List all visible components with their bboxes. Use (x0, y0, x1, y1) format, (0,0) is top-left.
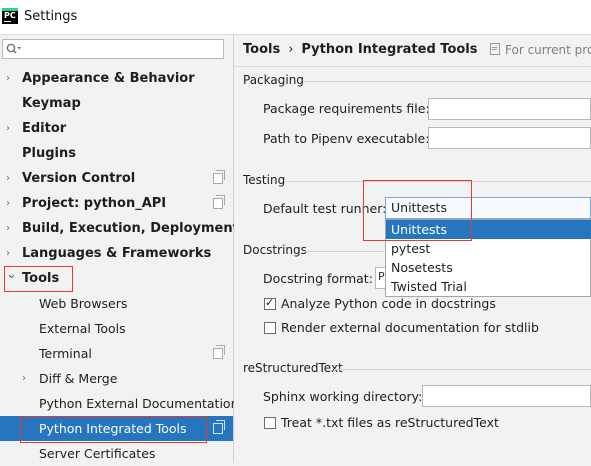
breadcrumb-current: Python Integrated Tools (301, 42, 478, 57)
title-bar: PC Settings (0, 0, 591, 35)
settings-panel: Tools › Python Integrated Tools For curren… (234, 35, 591, 463)
sidebar-item-label: Diff & Merge (39, 371, 118, 386)
sidebar-item-label: External Tools (39, 321, 126, 336)
sphinx-dir-label: Sphinx working directory: (263, 389, 423, 404)
pycharm-logo-icon: PC (2, 8, 18, 24)
breadcrumb: Tools › Python Integrated Tools (243, 42, 478, 57)
treat-txt-label: Treat *.txt files as reStructuredText (281, 415, 499, 430)
analyze-docstrings-checkbox[interactable] (264, 296, 276, 310)
sidebar-item[interactable]: › Languages & Frameworks (0, 241, 233, 266)
test-runner-option[interactable]: Twisted Trial (386, 277, 591, 296)
test-runner-option[interactable]: Nosetests (386, 258, 591, 277)
project-scope-icon (213, 195, 225, 209)
sidebar-item[interactable]: Python External Documentation (0, 391, 239, 416)
search-input[interactable] (2, 39, 224, 59)
highlight-box-tools (4, 266, 73, 292)
test-runner-option[interactable]: pytest (386, 239, 591, 258)
sidebar-item[interactable]: › Diff & Merge (0, 366, 233, 391)
sidebar-item-label: Project: python_API (22, 196, 167, 211)
project-scope-icon (213, 420, 225, 434)
render-stdlib-docs-checkbox[interactable] (264, 322, 276, 334)
sidebar-item-label: Version Control (22, 171, 136, 186)
sidebar-item[interactable]: Plugins (0, 141, 233, 166)
section-restructuredtext: reStructuredText (243, 361, 343, 375)
scope-note-text: For current pro (505, 43, 591, 57)
docstring-format-label: Docstring format: (263, 271, 373, 286)
sidebar-item[interactable]: Keymap (0, 91, 233, 116)
sidebar-item-label: Appearance & Behavior (22, 71, 195, 86)
section-docstrings: Docstrings (243, 243, 307, 257)
pipenv-label: Path to Pipenv executable: (263, 131, 430, 146)
sidebar-item[interactable]: › Editor (0, 116, 233, 141)
project-scope-icon (213, 345, 225, 359)
render-stdlib-docs-label: Render external documentation for stdlib (281, 320, 539, 335)
chevron-right-icon[interactable]: › (6, 216, 16, 241)
chevron-right-icon[interactable]: › (6, 116, 16, 141)
sidebar-item[interactable]: External Tools (0, 316, 233, 341)
section-testing: Testing (243, 173, 286, 187)
sphinx-dir-input[interactable] (422, 385, 591, 407)
sidebar-item-label: Web Browsers (39, 296, 128, 311)
breadcrumb-separator: › (288, 42, 294, 57)
window-title: Settings (24, 9, 78, 24)
breadcrumb-parent[interactable]: Tools (243, 42, 280, 57)
sidebar-item-label: Server Certificates (39, 446, 156, 461)
section-divider (304, 251, 384, 252)
sidebar-item[interactable]: › Appearance & Behavior (0, 66, 233, 91)
chevron-right-icon[interactable]: › (22, 366, 32, 391)
sidebar-item-label: Plugins (22, 146, 76, 161)
scope-note: For current pro (490, 43, 591, 57)
chevron-right-icon[interactable]: › (6, 166, 16, 191)
sidebar-item[interactable]: Server Certificates (0, 441, 233, 466)
chevron-right-icon[interactable]: › (6, 191, 16, 216)
requirements-label: Package requirements file: (263, 101, 430, 116)
highlight-box-python-integrated-tools (20, 416, 207, 443)
sidebar-item[interactable]: › Build, Execution, Deployment (0, 216, 239, 241)
document-icon (490, 43, 500, 55)
highlight-box-test-runner (363, 180, 472, 241)
header-divider (234, 66, 591, 67)
pipenv-path-input[interactable] (428, 127, 591, 149)
sidebar-item-label: Keymap (22, 96, 81, 111)
requirements-file-input[interactable] (428, 98, 591, 120)
settings-sidebar: › Appearance & Behavior Keymap › Editor Plugi… (0, 35, 239, 466)
sidebar-item[interactable]: › Project: python_API (0, 191, 233, 216)
sidebar-item[interactable]: › Version Control (0, 166, 233, 191)
section-divider (304, 81, 591, 82)
project-scope-icon (213, 170, 225, 184)
sidebar-item[interactable]: Web Browsers (0, 291, 233, 316)
sidebar-item-label: Languages & Frameworks (22, 246, 212, 261)
search-icon (6, 43, 21, 54)
section-divider (334, 369, 591, 370)
sidebar-item-label: Editor (22, 121, 67, 136)
section-packaging: Packaging (243, 73, 304, 87)
sidebar-item-label: Build, Execution, Deployment (22, 221, 239, 236)
sidebar-item-label: Python External Documentation (39, 396, 239, 411)
analyze-docstrings-label: Analyze Python code in docstrings (281, 296, 496, 311)
sidebar-item[interactable]: Terminal (0, 341, 233, 366)
chevron-right-icon[interactable]: › (6, 66, 16, 91)
treat-txt-checkbox[interactable] (264, 417, 276, 429)
sidebar-item-label: Terminal (39, 346, 92, 361)
